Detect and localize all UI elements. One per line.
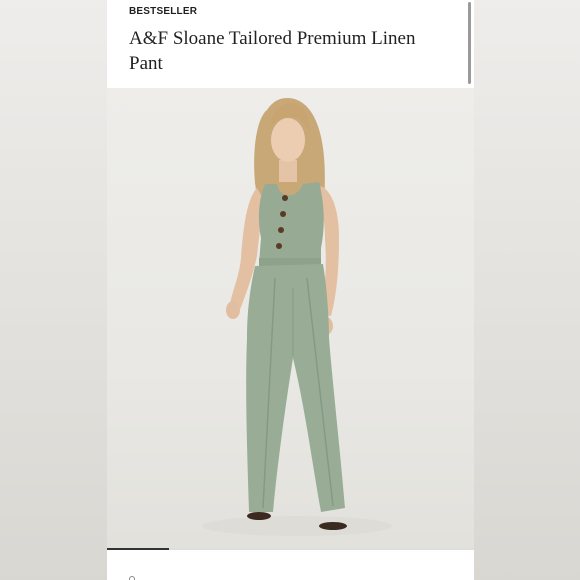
scrollbar-thumb[interactable] xyxy=(468,2,471,84)
backdrop-left xyxy=(0,0,107,580)
partial-icon xyxy=(129,576,135,580)
product-header: BESTSELLER A&F Sloane Tailored Premium L… xyxy=(107,0,474,88)
bestseller-badge: BESTSELLER xyxy=(129,6,198,17)
bottom-section xyxy=(107,550,474,580)
backdrop-right xyxy=(474,0,580,580)
product-card: BESTSELLER A&F Sloane Tailored Premium L… xyxy=(107,0,474,580)
model-illustration xyxy=(202,98,392,536)
product-title[interactable]: A&F Sloane Tailored Premium Linen Pant xyxy=(129,26,429,76)
product-image[interactable] xyxy=(107,88,474,548)
